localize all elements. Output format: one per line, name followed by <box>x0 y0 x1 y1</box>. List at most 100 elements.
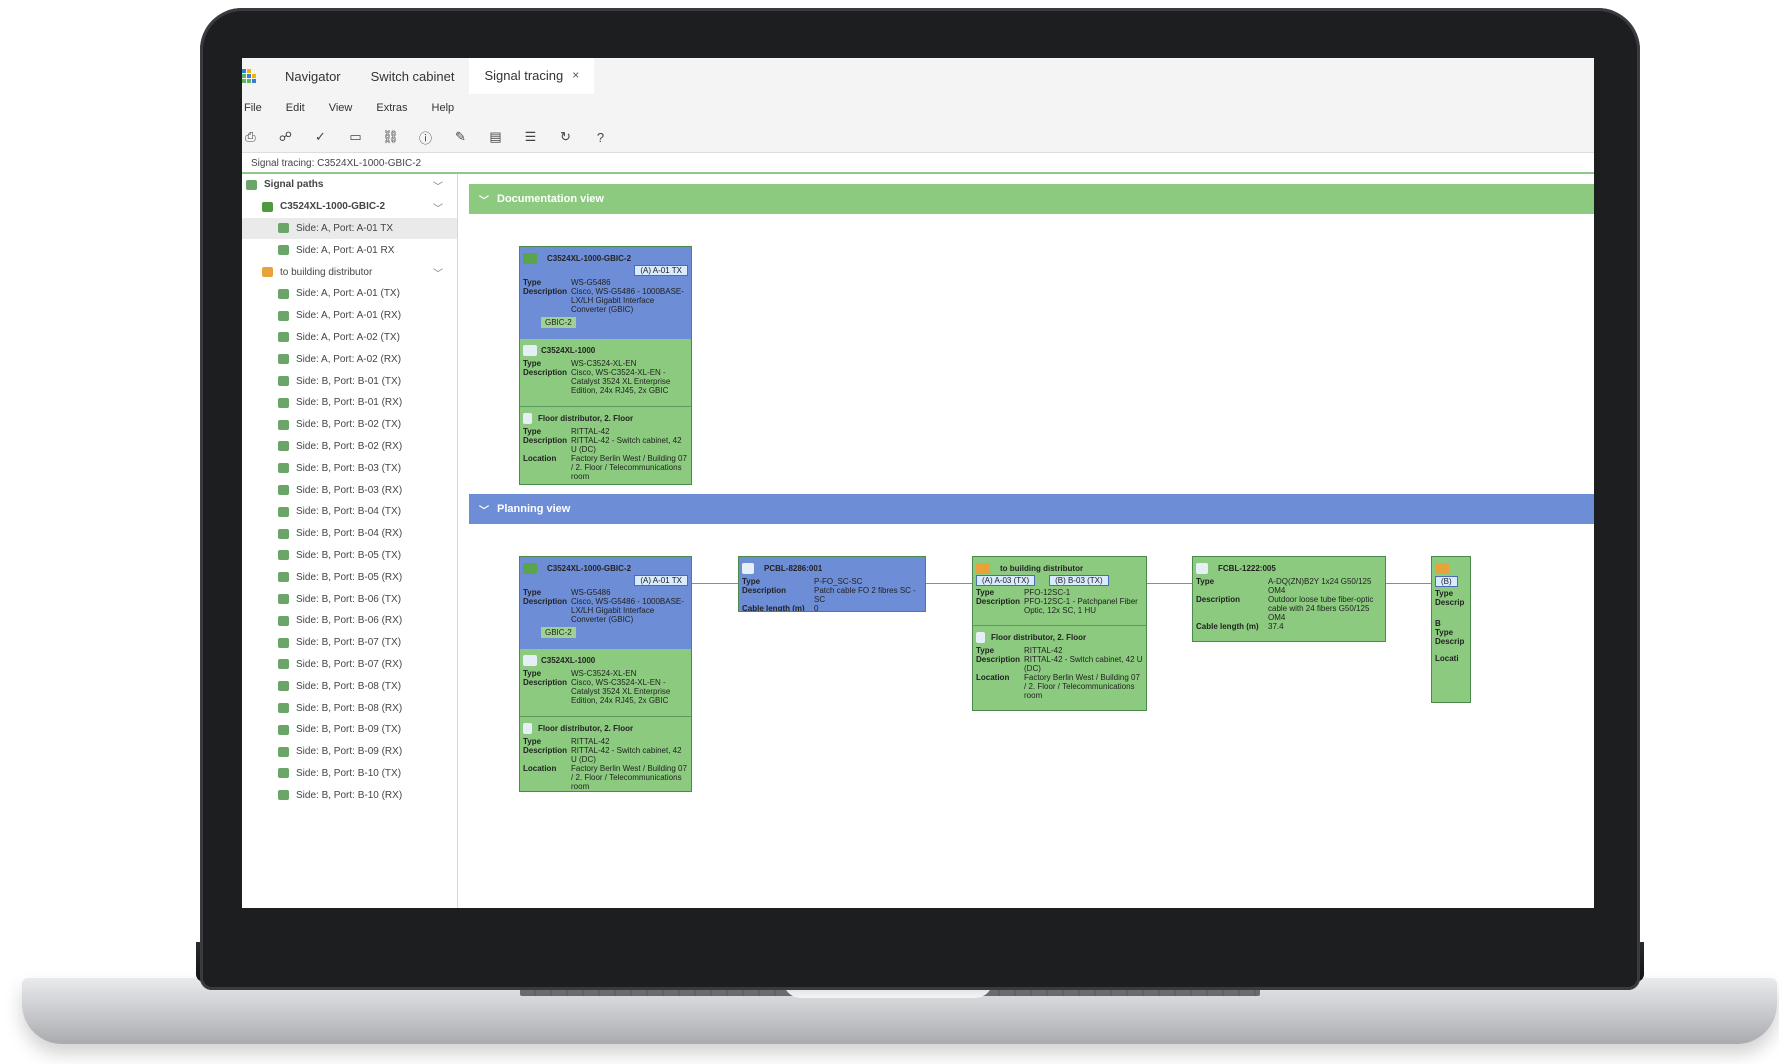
port-icon <box>278 790 289 801</box>
documentation-view-header[interactable]: ﹀ Documentation view <box>469 184 1594 214</box>
planning-view-header[interactable]: ﹀ Planning view <box>469 494 1594 524</box>
field-value: Factory Berlin West / Building 07 / 2. F… <box>1024 673 1140 700</box>
tree-port-item[interactable]: Side: B, Port: B-06 (TX) <box>242 588 457 610</box>
tab-signal-tracing[interactable]: Signal tracing × <box>469 58 595 94</box>
tree-port-item[interactable]: Side: A, Port: A-01 TX <box>242 217 457 240</box>
info-icon[interactable]: ⓘ <box>417 129 434 146</box>
tree-label: Side: A, Port: A-01 RX <box>296 244 395 256</box>
tree-device[interactable]: C3524XL-1000-GBIC-2 ﹀ <box>242 196 457 218</box>
chevron-down-icon[interactable]: ﹀ <box>433 200 443 215</box>
port-a03-tx[interactable]: (A) A-03 (TX) <box>976 575 1036 586</box>
field-label: Description <box>523 287 568 296</box>
link-icon[interactable]: ⛓ <box>382 129 399 146</box>
diagram-canvas: ﹀ Documentation view C3524XL-1000-GBIC-2 … <box>458 174 1594 908</box>
field-value: PFO-12SC-1 <box>1024 588 1071 597</box>
tree-port-item[interactable]: Side: B, Port: B-05 (TX) <box>242 545 457 567</box>
chevron-down-icon[interactable]: ﹀ <box>433 265 443 280</box>
patch-cable-card[interactable]: PCBL-8286:001 Type P-FO_SC-SC Description… <box>738 556 926 612</box>
tree-port-item[interactable]: Side: B, Port: B-08 (RX) <box>242 697 457 719</box>
tab-switch-cabinet[interactable]: Switch cabinet <box>356 58 470 94</box>
tree-root[interactable]: Signal paths ﹀ <box>242 174 457 196</box>
tree-port-item[interactable]: Side: B, Port: B-08 (TX) <box>242 675 457 697</box>
tree-port-item[interactable]: Side: B, Port: B-10 (RX) <box>242 784 457 806</box>
help-icon[interactable]: ? <box>592 129 609 146</box>
tree-label: Side: B, Port: B-02 (RX) <box>296 440 403 452</box>
port-a01-tx[interactable]: (A) A-01 TX <box>634 265 688 276</box>
cabinet-icon <box>523 722 532 734</box>
fiber-cable-card[interactable]: FCBL-1222:005 Type A-DQ(ZN)B2Y 1x24 G50/1… <box>1192 556 1386 642</box>
list-icon[interactable]: ☰ <box>522 129 539 146</box>
card-title: FCBL-1222:005 <box>1218 563 1276 573</box>
chevron-down-icon[interactable]: ﹀ <box>433 178 443 193</box>
tree-port-item[interactable]: Side: B, Port: B-05 (RX) <box>242 566 457 588</box>
tree-port-item[interactable]: Side: B, Port: B-06 (RX) <box>242 610 457 632</box>
sidebar-tree: Signal paths ﹀ C3524XL-1000-GBIC-2 ﹀ Side:… <box>242 174 458 908</box>
tree-port-item[interactable]: Side: B, Port: B-04 (RX) <box>242 523 457 545</box>
tree-port-item[interactable]: Side: B, Port: B-02 (RX) <box>242 436 457 458</box>
tree-port-item[interactable]: Side: B, Port: B-07 (TX) <box>242 632 457 654</box>
field-label: Type <box>976 646 995 655</box>
hierarchy-icon[interactable]: ☍ <box>277 129 294 146</box>
tree-label: Side: B, Port: B-05 (RX) <box>296 571 403 583</box>
patch-panel-card[interactable]: to building distributor (A) A-03 (TX) (B)… <box>972 556 1147 711</box>
port-icon <box>278 572 289 583</box>
port-icon <box>278 506 289 517</box>
print-icon[interactable]: ⎙ <box>242 129 259 146</box>
tree-port-item[interactable]: Side: A, Port: A-01 RX <box>242 239 457 261</box>
port-icon <box>278 550 289 561</box>
tree-distributor[interactable]: to building distributor ﹀ <box>242 261 457 283</box>
tree-port-item[interactable]: Side: B, Port: B-01 (RX) <box>242 392 457 414</box>
tree-port-item[interactable]: Side: B, Port: B-10 (TX) <box>242 763 457 785</box>
tree-label: Side: B, Port: B-04 (TX) <box>296 506 402 518</box>
menu-extras[interactable]: Extras <box>376 102 407 114</box>
tree-label: Side: B, Port: B-08 (RX) <box>296 702 403 714</box>
field-label: Location <box>523 454 557 463</box>
tree-port-item[interactable]: Side: A, Port: A-02 (TX) <box>242 327 457 349</box>
chevron-down-icon[interactable]: ﹀ <box>479 192 489 207</box>
field-value: RITTAL-42 - Switch cabinet, 42 U (DC) <box>571 746 682 764</box>
tree-port-item[interactable]: Side: B, Port: B-09 (RX) <box>242 741 457 763</box>
port-a01-tx[interactable]: (A) A-01 TX <box>634 575 688 586</box>
menu-help[interactable]: Help <box>432 102 455 114</box>
field-label: Description <box>976 655 1021 664</box>
port-b03-tx[interactable]: (B) B-03 (TX) <box>1049 575 1109 586</box>
partial-panel-card[interactable]: (B) Type Descrip B Type Descrip Locati <box>1431 556 1471 703</box>
chevron-down-icon[interactable]: ﹀ <box>479 502 489 517</box>
menu-edit[interactable]: Edit <box>286 102 305 114</box>
tree-port-item[interactable]: Side: B, Port: B-04 (TX) <box>242 501 457 523</box>
port-icon <box>278 419 289 430</box>
field-label: Description <box>523 436 568 445</box>
tree-label: Side: B, Port: B-04 (RX) <box>296 528 403 540</box>
edit-icon[interactable]: ✎ <box>452 129 469 146</box>
tree-port-item[interactable]: Side: B, Port: B-03 (RX) <box>242 479 457 501</box>
tree-port-item[interactable]: Side: B, Port: B-09 (TX) <box>242 719 457 741</box>
tab-navigator[interactable]: Navigator <box>270 58 356 94</box>
field-value: RITTAL-42 - Switch cabinet, 42 U (DC) <box>1024 655 1143 673</box>
app-window: Navigator Switch cabinet Signal tracing ×… <box>242 58 1594 908</box>
field-value: RITTAL-42 <box>571 737 610 746</box>
menu-view[interactable]: View <box>329 102 353 114</box>
card-title: PCBL-8286:001 <box>764 563 823 573</box>
tree-port-item[interactable]: Side: A, Port: A-02 (RX) <box>242 348 457 370</box>
comment-icon[interactable]: ▭ <box>347 129 364 146</box>
menu-file[interactable]: File <box>244 102 262 114</box>
connector-line <box>1386 583 1431 584</box>
tree-port-item[interactable]: Side: B, Port: B-07 (RX) <box>242 654 457 676</box>
tree-port-item[interactable]: Side: B, Port: B-02 (TX) <box>242 414 457 436</box>
tree-port-item[interactable]: Side: A, Port: A-01 (TX) <box>242 283 457 305</box>
tree-port-item[interactable]: Side: B, Port: B-01 (TX) <box>242 370 457 392</box>
tree-port-item[interactable]: Side: A, Port: A-01 (RX) <box>242 305 457 327</box>
refresh-icon[interactable]: ↻ <box>557 129 574 146</box>
check-circle-icon[interactable]: ✓ <box>312 129 329 146</box>
field-value: Cisco, WS-G5486 - 1000BASE-LX/LH Gigabit… <box>571 287 684 314</box>
partial-port[interactable]: (B) <box>1435 576 1458 587</box>
tree-label: Side: A, Port: A-02 (TX) <box>296 331 400 343</box>
card-title: Floor distributor, 2. Floor <box>538 723 634 733</box>
field-label: Location <box>523 764 557 773</box>
tree-port-item[interactable]: Side: B, Port: B-03 (TX) <box>242 457 457 479</box>
clipboard-icon[interactable]: ▤ <box>487 129 504 146</box>
close-tab-icon[interactable]: × <box>572 68 579 82</box>
plan-device-card[interactable]: C3524XL-1000-GBIC-2 (A) A-01 TX Type WS-G… <box>519 556 692 792</box>
port-icon <box>278 288 289 299</box>
doc-device-card[interactable]: C3524XL-1000-GBIC-2 (A) A-01 TX Type WS-G… <box>519 246 692 485</box>
